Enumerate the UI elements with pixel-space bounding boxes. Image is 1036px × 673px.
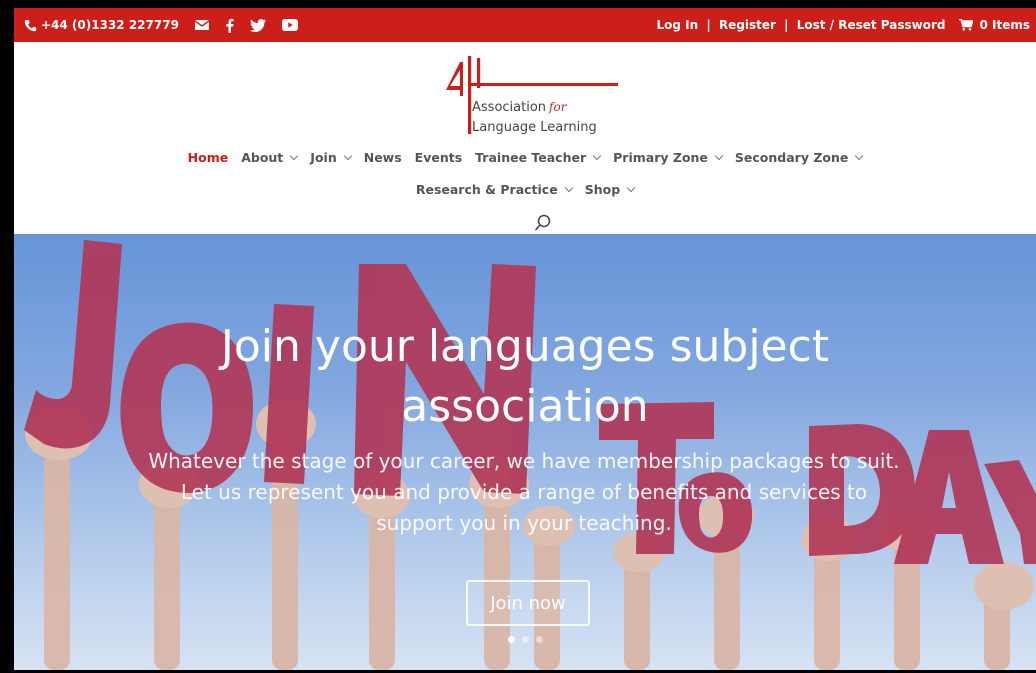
hero-title: Join your languages subject association [14,317,1036,437]
nav-item-label: Join [310,150,337,165]
chevron-down-icon [855,151,864,160]
slider-dots [508,636,543,643]
nav-item-events[interactable]: Events [415,150,462,165]
youtube-icon[interactable] [281,19,298,31]
hero-slider: Join your languages subject association … [14,234,1036,670]
reset-password-link[interactable]: Lost / Reset Password [797,18,946,32]
chevron-down-icon [714,151,724,160]
hero-title-line2: association [401,381,649,433]
cart-link[interactable]: 0 Items [959,18,1030,32]
browser-page: +44 (0)1332 227779 Log In | Register | L… [14,8,1036,670]
separator: | [706,18,711,32]
chevron-down-icon [290,151,299,160]
chevron-down-icon [343,151,352,160]
slider-dot[interactable] [536,636,543,643]
nav-item-label: Shop [584,182,621,197]
slider-dot[interactable] [522,636,529,643]
nav-item-label: Trainee Teacher [475,150,587,165]
nav-item-news[interactable]: News [364,150,402,165]
cart-count: 0 Items [979,18,1030,32]
logo-text-line1: Association for [472,100,566,115]
nav-item-join[interactable]: Join [310,150,352,165]
hero-title-line1: Join your languages subject [220,321,830,373]
join-now-button[interactable]: Join now [466,580,590,626]
twitter-icon[interactable] [249,18,266,32]
register-link[interactable]: Register [719,18,776,32]
nav-item-label: Events [414,150,463,165]
facebook-icon[interactable] [225,18,234,33]
main-nav-row1: Home About Join News Events Trainee Teacher Pr… [14,150,1036,165]
account-links: Log In | Register | Lost / Reset Passwor… [656,18,945,32]
separator: | [784,18,789,32]
chevron-down-icon [564,183,573,192]
site-header: Association for Language Learning Home Abo… [14,42,1036,234]
nav-item-research-practice[interactable]: Research & Practice [415,182,573,197]
cart-icon [959,19,974,31]
nav-item-label: Research & Practice [415,182,558,197]
nav-item-label: Secondary Zone [734,150,849,165]
nav-item-label: Primary Zone [613,150,708,165]
hero-description: Whatever the stage of your career, we ha… [148,449,900,535]
logo-text-line2: Language Learning [472,120,597,135]
chevron-down-icon [626,183,636,192]
logo-association: Association [472,100,547,115]
nav-item-label: Home [187,150,229,165]
nav-item-home[interactable]: Home [188,150,229,165]
phone-number: +44 (0)1332 227779 [41,18,179,32]
envelope-icon[interactable] [194,20,209,30]
phone-icon [24,19,37,32]
nav-item-primary-zone[interactable]: Primary Zone [613,150,724,165]
phone-link[interactable]: +44 (0)1332 227779 [24,18,179,32]
main-nav-row2: Research & Practice Shop [14,182,1036,197]
nav-item-secondary-zone[interactable]: Secondary Zone [734,150,864,165]
nav-item-trainee-teacher[interactable]: Trainee Teacher [475,150,602,165]
slider-dot[interactable] [508,636,515,643]
nav-item-label: News [363,150,402,165]
nav-item-about[interactable]: About [241,150,299,165]
top-bar: +44 (0)1332 227779 Log In | Register | L… [14,8,1036,42]
search-icon[interactable] [534,214,552,232]
site-logo[interactable]: Association for Language Learning [444,56,619,135]
chevron-down-icon [592,151,602,160]
nav-item-label: About [241,150,284,165]
nav-item-shop[interactable]: Shop [584,182,636,197]
logo-for: for [549,100,567,114]
login-link[interactable]: Log In [656,18,698,32]
